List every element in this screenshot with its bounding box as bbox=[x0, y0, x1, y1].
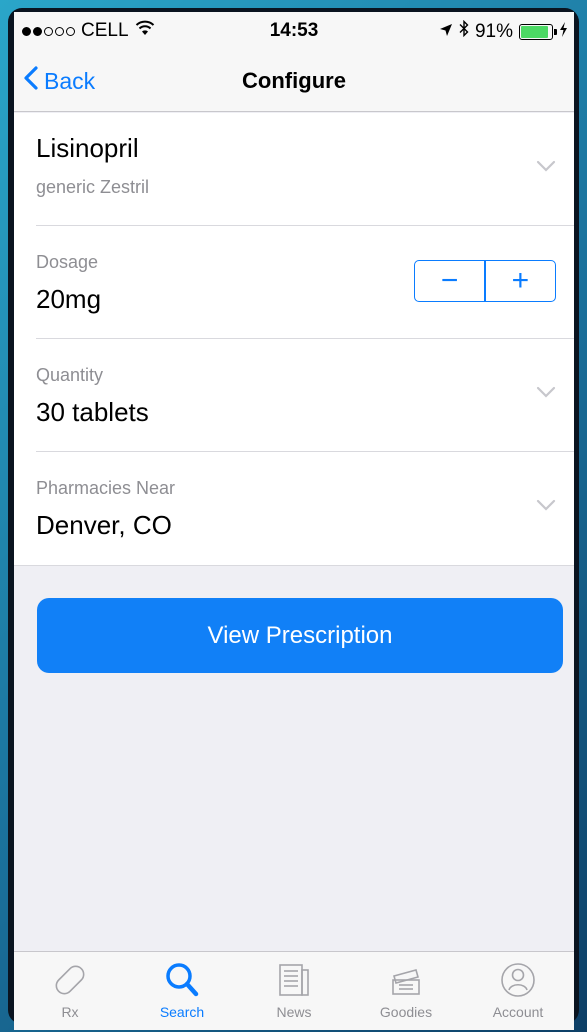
tab-label: Goodies bbox=[379, 1004, 433, 1020]
tab-rx[interactable]: Rx bbox=[14, 952, 126, 1030]
back-label: Back bbox=[44, 67, 96, 94]
search-icon bbox=[162, 958, 202, 1002]
status-right: 91% bbox=[439, 19, 568, 43]
drug-selector[interactable]: Lisinopril generic Zestril bbox=[36, 113, 574, 226]
tab-label: Search bbox=[159, 1004, 205, 1020]
newspaper-icon bbox=[274, 958, 314, 1002]
location-arrow-icon bbox=[439, 21, 453, 43]
pharmacy-label: Pharmacies Near bbox=[36, 478, 176, 498]
configure-form: Lisinopril generic Zestril Dosage 20mg −… bbox=[14, 113, 574, 566]
tab-account[interactable]: Account bbox=[462, 952, 574, 1030]
decrement-button[interactable]: − bbox=[415, 261, 484, 301]
status-bar: CELL 14:53 91% bbox=[14, 12, 574, 52]
charging-bolt-icon bbox=[559, 21, 568, 43]
user-icon bbox=[498, 958, 538, 1002]
battery-tip bbox=[554, 28, 557, 35]
tab-news[interactable]: News bbox=[238, 952, 350, 1030]
drug-generic: generic Zestril bbox=[36, 177, 150, 197]
gift-icon bbox=[386, 958, 426, 1002]
dosage-stepper[interactable]: − + bbox=[414, 260, 556, 302]
tab-bar: Rx Search News Goodies Account bbox=[14, 951, 574, 1030]
pharmacy-location-selector[interactable]: Pharmacies Near Denver, CO bbox=[36, 452, 574, 565]
tab-label: News bbox=[276, 1004, 312, 1020]
tab-search[interactable]: Search bbox=[126, 952, 238, 1030]
bluetooth-icon bbox=[459, 19, 469, 43]
chevron-down-icon bbox=[536, 385, 556, 403]
battery-percent: 91% bbox=[474, 20, 513, 42]
navigation-bar: Back Configure bbox=[14, 52, 574, 112]
pharmacy-location: Denver, CO bbox=[36, 510, 172, 540]
chevron-down-icon bbox=[536, 498, 556, 516]
battery-fill bbox=[521, 25, 549, 38]
quantity-selector[interactable]: Quantity 30 tablets bbox=[36, 339, 574, 452]
chevron-left-icon bbox=[24, 66, 38, 96]
battery-icon bbox=[519, 23, 557, 40]
back-button[interactable]: Back bbox=[24, 66, 95, 96]
dosage-label: Dosage bbox=[36, 252, 99, 272]
quantity-value: 30 tablets bbox=[36, 397, 149, 427]
drug-name: Lisinopril bbox=[36, 133, 139, 163]
tab-label: Rx bbox=[61, 1004, 79, 1020]
chevron-down-icon bbox=[536, 159, 556, 177]
view-prescription-button[interactable]: View Prescription bbox=[37, 598, 563, 673]
dosage-row: Dosage 20mg − + bbox=[36, 226, 574, 339]
quantity-label: Quantity bbox=[36, 365, 104, 385]
tab-label: Account bbox=[492, 1004, 544, 1020]
dosage-value: 20mg bbox=[36, 284, 102, 314]
pill-icon bbox=[48, 958, 92, 1002]
increment-button[interactable]: + bbox=[486, 261, 555, 301]
page-title: Configure bbox=[242, 68, 346, 93]
tab-goodies[interactable]: Goodies bbox=[350, 952, 462, 1030]
app-screen: CELL 14:53 91% Back Configure Lisinopril… bbox=[14, 12, 574, 1030]
